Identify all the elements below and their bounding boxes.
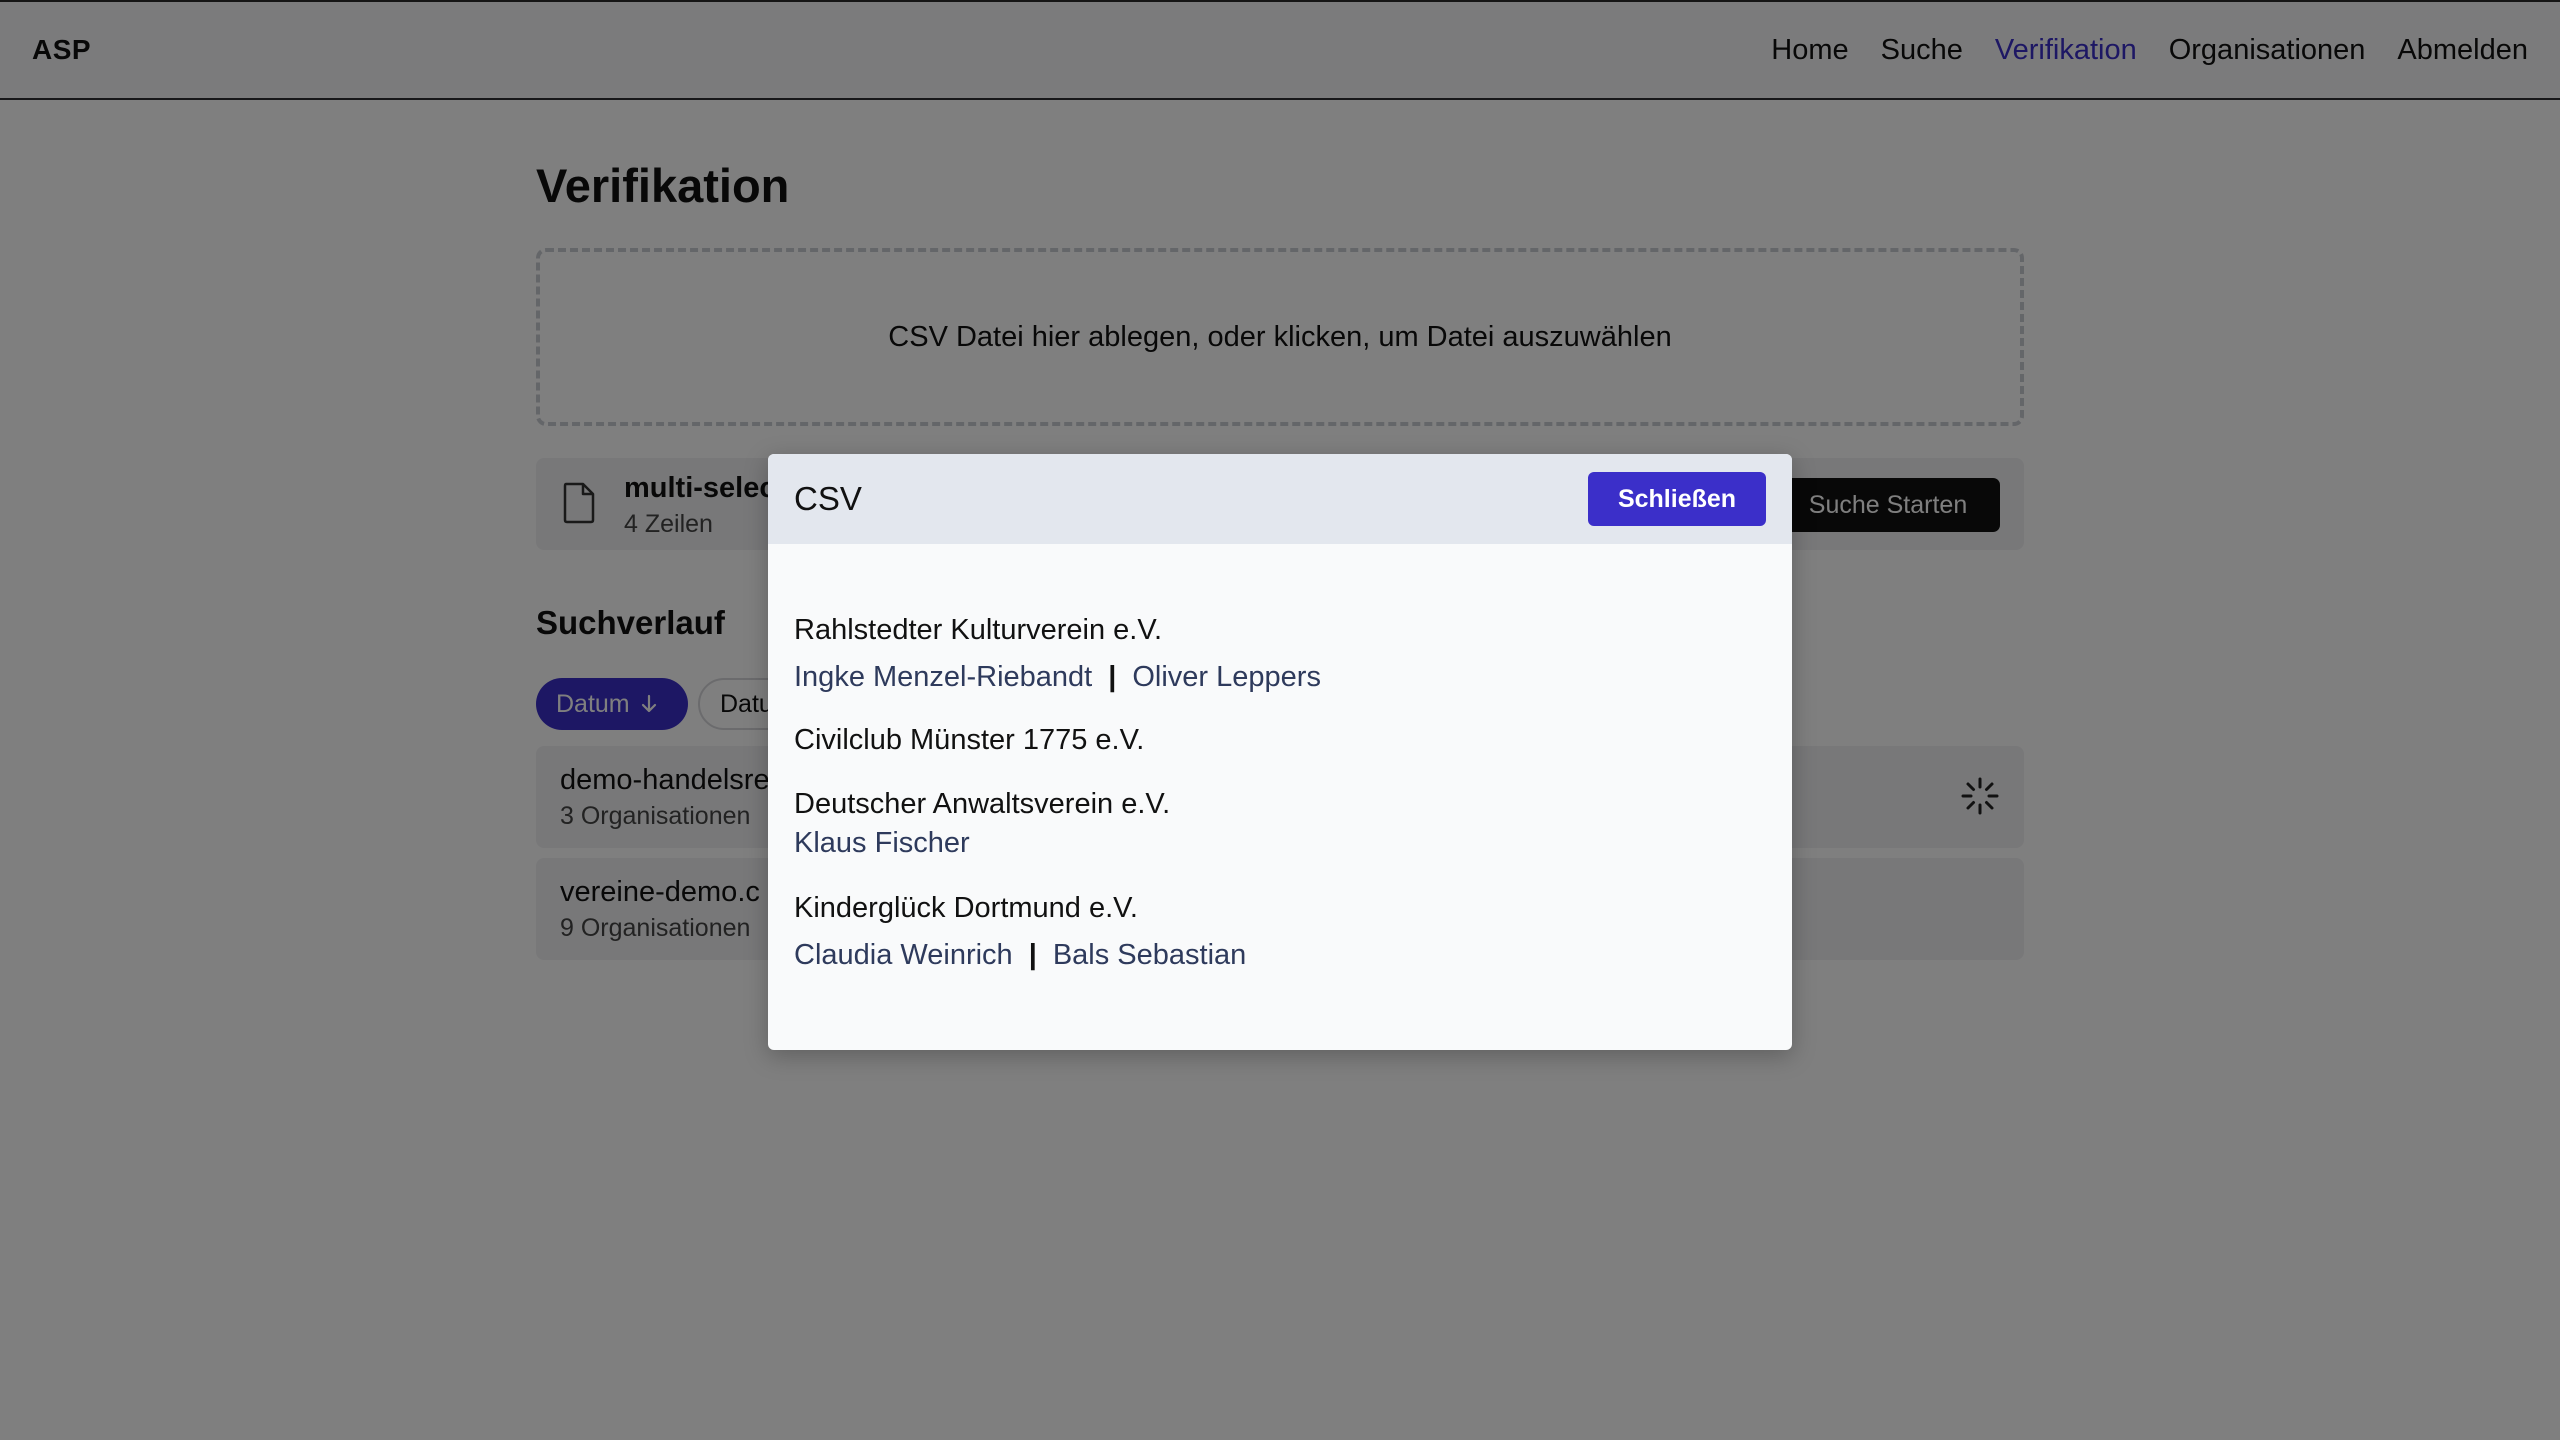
person-link[interactable]: Oliver Leppers (1132, 661, 1321, 694)
organization-entry: Deutscher Anwaltsverein e.V. Klaus Fisch… (794, 788, 1170, 860)
close-modal-button[interactable]: Schließen (1588, 472, 1766, 526)
person-separator: | (1028, 939, 1037, 971)
person-link[interactable]: Bals Sebastian (1053, 939, 1246, 972)
person-link[interactable]: Claudia Weinrich (794, 939, 1013, 972)
modal-header: CSV Schließen (768, 454, 1792, 544)
csv-preview-modal: CSV Schließen Rahlstedter Kulturverein e… (768, 454, 1792, 1050)
organization-name: Kinderglück Dortmund e.V. (794, 892, 1138, 924)
modal-title: CSV (794, 480, 862, 517)
person-link[interactable]: Ingke Menzel-Riebandt (794, 661, 1092, 694)
person-list: Klaus Fischer (794, 827, 1170, 860)
organization-entry: Civilclub Münster 1775 e.V. (794, 724, 1144, 757)
person-separator: | (1108, 661, 1117, 693)
person-list: Ingke Menzel-Riebandt | Oliver Leppers (794, 661, 1321, 694)
organization-name: Rahlstedter Kulturverein e.V. (794, 614, 1163, 646)
organization-entry: Kinderglück Dortmund e.V. Claudia Weinri… (794, 892, 1246, 972)
organization-name: Civilclub Münster 1775 e.V. (794, 724, 1145, 756)
person-link[interactable]: Klaus Fischer (794, 827, 970, 860)
organization-entry: Rahlstedter Kulturverein e.V. Ingke Menz… (794, 614, 1321, 694)
person-list: Claudia Weinrich | Bals Sebastian (794, 939, 1246, 972)
organization-name: Deutscher Anwaltsverein e.V. (794, 788, 1171, 820)
